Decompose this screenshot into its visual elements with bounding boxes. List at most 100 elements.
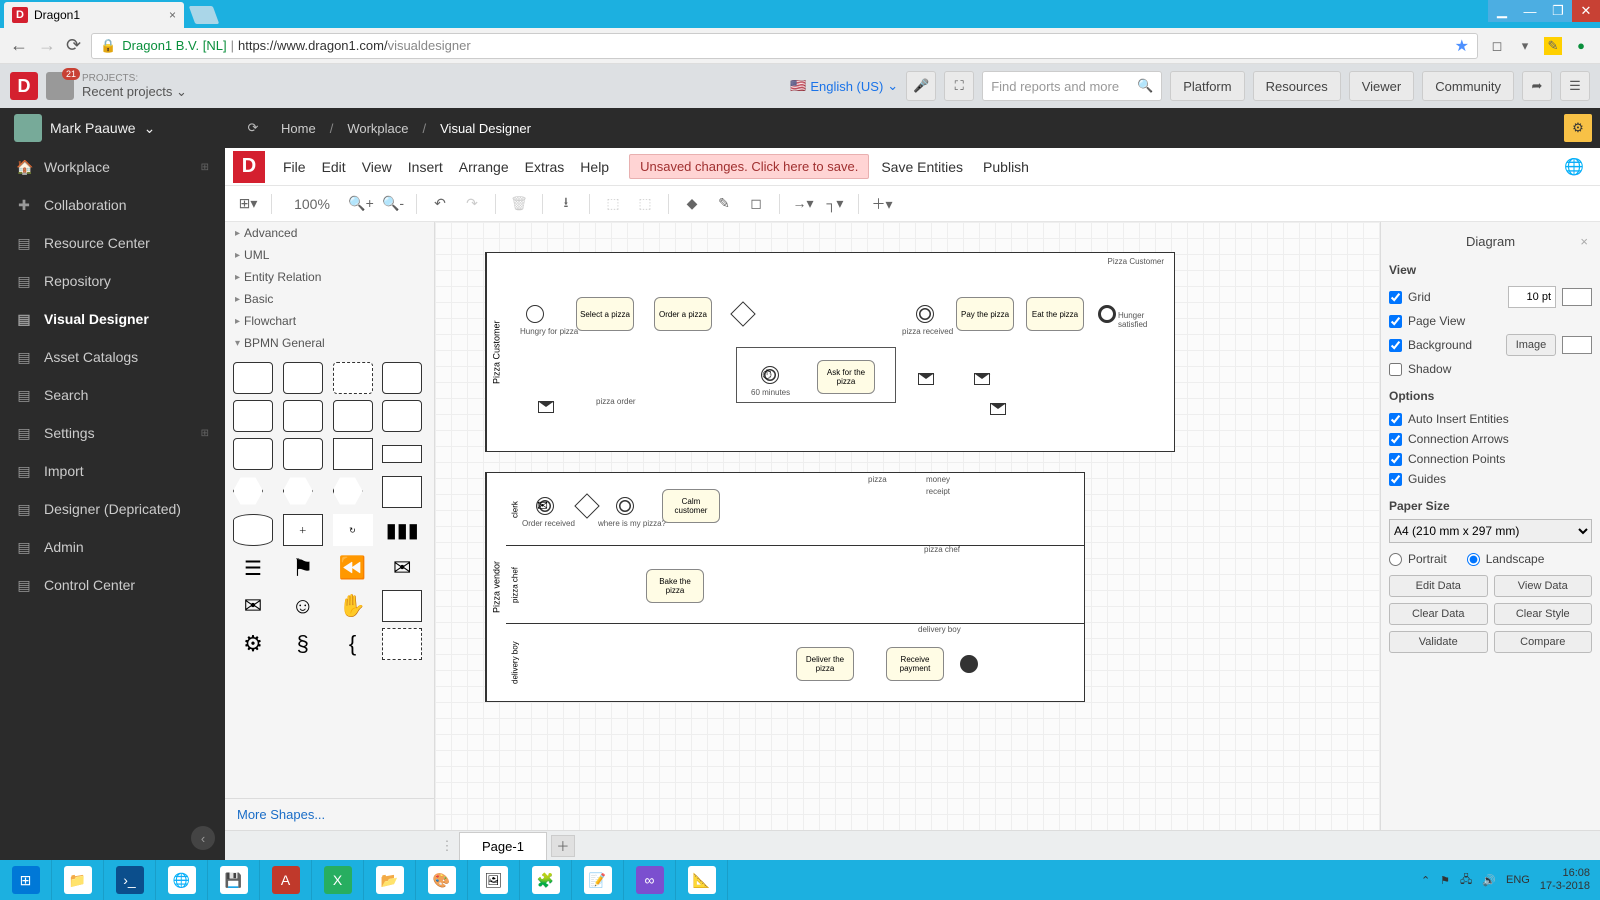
sidebar-item-admin[interactable]: ▤Admin: [0, 528, 225, 566]
shape-category[interactable]: UML: [225, 244, 434, 266]
validate-button[interactable]: Validate: [1389, 631, 1488, 653]
shape-stencil[interactable]: [283, 362, 323, 394]
sidebar-item-import[interactable]: ▤Import: [0, 452, 225, 490]
shape-stencil[interactable]: [283, 438, 323, 470]
shape-stencil[interactable]: [233, 400, 273, 432]
bpmn-start-event[interactable]: [526, 305, 544, 323]
viewer-button[interactable]: Viewer: [1349, 71, 1415, 101]
portrait-radio[interactable]: [1389, 553, 1402, 566]
sidebar-item-settings[interactable]: ▤Settings⊞: [0, 414, 225, 452]
ext-icon-2[interactable]: ▾: [1516, 37, 1534, 55]
zoom-out-icon[interactable]: 🔍-: [380, 191, 406, 217]
ext-icon-1[interactable]: ◻: [1488, 37, 1506, 55]
taskbar-app[interactable]: 🧩: [520, 860, 572, 900]
app-logo[interactable]: D: [10, 72, 38, 100]
bpmn-pool[interactable]: Pizza vendor clerk pizza chef delivery b…: [485, 472, 1085, 702]
settings-gear-icon[interactable]: ⚙: [1564, 114, 1592, 142]
taskbar-app[interactable]: ›_: [104, 860, 156, 900]
bpmn-task[interactable]: Calm customer: [662, 489, 720, 523]
close-panel-icon[interactable]: ×: [1580, 234, 1588, 249]
sidebar-item-repository[interactable]: ▤Repository: [0, 262, 225, 300]
bpmn-task[interactable]: Bake the pizza: [646, 569, 704, 603]
address-field[interactable]: 🔒 Dragon1 B.V. [NL] | https://www.dragon…: [91, 33, 1478, 59]
platform-button[interactable]: Platform: [1170, 71, 1244, 101]
connector-icon[interactable]: →▾: [790, 191, 816, 217]
waypoint-icon[interactable]: ┐▾: [822, 191, 848, 217]
sidebar-item-designer-depricated-[interactable]: ▤Designer (Depricated): [0, 490, 225, 528]
bpmn-message-start[interactable]: ✉: [536, 497, 554, 515]
paper-size-select[interactable]: A4 (210 mm x 297 mm): [1389, 519, 1592, 543]
background-color-swatch[interactable]: [1562, 336, 1592, 354]
shape-stencil[interactable]: [382, 590, 422, 622]
bpmn-task[interactable]: Eat the pizza: [1026, 297, 1084, 331]
ext-icon-3[interactable]: ✎: [1544, 37, 1562, 55]
background-checkbox[interactable]: [1389, 339, 1402, 352]
crumb-home[interactable]: Home: [281, 121, 316, 136]
shape-stencil[interactable]: [333, 438, 373, 470]
clear-style-button[interactable]: Clear Style: [1494, 603, 1593, 625]
bpmn-task[interactable]: Ask for the pizza: [817, 360, 875, 394]
taskbar-app[interactable]: 📝: [572, 860, 624, 900]
window-maximize[interactable]: ❐: [1544, 0, 1572, 22]
option-checkbox[interactable]: [1389, 413, 1402, 426]
window-minimize2[interactable]: —: [1516, 0, 1544, 22]
add-page-button[interactable]: ＋: [551, 835, 575, 857]
alerts-bell[interactable]: 21: [46, 72, 74, 100]
grid-color-swatch[interactable]: [1562, 288, 1592, 306]
shape-stencil[interactable]: ✋: [333, 590, 373, 622]
bpmn-intermediate-event[interactable]: [916, 305, 934, 323]
bpmn-intermediate-event[interactable]: [616, 497, 634, 515]
compare-button[interactable]: Compare: [1494, 631, 1593, 653]
option-checkbox[interactable]: [1389, 473, 1402, 486]
shape-category[interactable]: BPMN General: [225, 332, 434, 354]
shape-stencil[interactable]: [382, 628, 422, 660]
taskbar-app[interactable]: 📂: [364, 860, 416, 900]
menu-arrange[interactable]: Arrange: [451, 155, 517, 179]
resources-button[interactable]: Resources: [1253, 71, 1341, 101]
bpmn-task[interactable]: Deliver the pizza: [796, 647, 854, 681]
linecolor-icon[interactable]: ✎: [711, 191, 737, 217]
nav-reload-icon[interactable]: ⟳: [66, 35, 81, 56]
shape-stencil[interactable]: ☰: [233, 552, 273, 584]
bpmn-task[interactable]: Receive payment: [886, 647, 944, 681]
shape-stencil[interactable]: ⚙: [233, 628, 273, 660]
shape-stencil[interactable]: [233, 438, 273, 470]
shape-stencil[interactable]: [283, 400, 323, 432]
bpmn-task[interactable]: Pay the pizza: [956, 297, 1014, 331]
signout-icon[interactable]: ➦: [1522, 71, 1552, 101]
bpmn-task[interactable]: Select a pizza: [576, 297, 634, 331]
shape-stencil[interactable]: [382, 400, 422, 432]
sidebar-item-asset-catalogs[interactable]: ▤Asset Catalogs: [0, 338, 225, 376]
community-button[interactable]: Community: [1422, 71, 1514, 101]
option-checkbox[interactable]: [1389, 433, 1402, 446]
tray-volume-icon[interactable]: 🔊: [1482, 874, 1496, 887]
taskbar-app[interactable]: 🎨: [416, 860, 468, 900]
fillcolor-icon[interactable]: ◆: [679, 191, 705, 217]
tab-close-icon[interactable]: ×: [169, 8, 176, 22]
shape-stencil[interactable]: [382, 476, 422, 508]
current-user[interactable]: Mark Paauwe ⌄: [0, 108, 225, 148]
unsaved-warning[interactable]: Unsaved changes. Click here to save.: [629, 154, 869, 179]
edit-data-button[interactable]: Edit Data: [1389, 575, 1488, 597]
shadow-toggle-icon[interactable]: ◻: [743, 191, 769, 217]
clear-data-button[interactable]: Clear Data: [1389, 603, 1488, 625]
tray-clock[interactable]: 16:08 17-3-2018: [1540, 867, 1590, 893]
refresh-icon[interactable]: ⟳: [239, 114, 267, 142]
bpmn-end-event[interactable]: [960, 655, 978, 673]
window-close[interactable]: ✕: [1572, 0, 1600, 22]
shape-stencil[interactable]: ✉: [233, 590, 273, 622]
bpmn-task[interactable]: Order a pizza: [654, 297, 712, 331]
browser-tab[interactable]: D Dragon1 ×: [4, 2, 184, 28]
pageview-checkbox[interactable]: [1389, 315, 1402, 328]
globe-icon[interactable]: 🌐: [1564, 157, 1592, 177]
shape-stencil[interactable]: ⏪: [333, 552, 373, 584]
bpmn-end-event[interactable]: [1098, 305, 1116, 323]
app-search-input[interactable]: Find reports and more🔍: [982, 71, 1162, 101]
shape-stencil[interactable]: [233, 362, 273, 394]
shape-stencil[interactable]: {: [333, 628, 373, 660]
shape-stencil[interactable]: §: [283, 628, 323, 660]
menu-edit[interactable]: Edit: [314, 155, 354, 179]
view-data-button[interactable]: View Data: [1494, 575, 1593, 597]
tray-language[interactable]: ENG: [1506, 874, 1530, 886]
shape-stencil[interactable]: [333, 362, 373, 394]
